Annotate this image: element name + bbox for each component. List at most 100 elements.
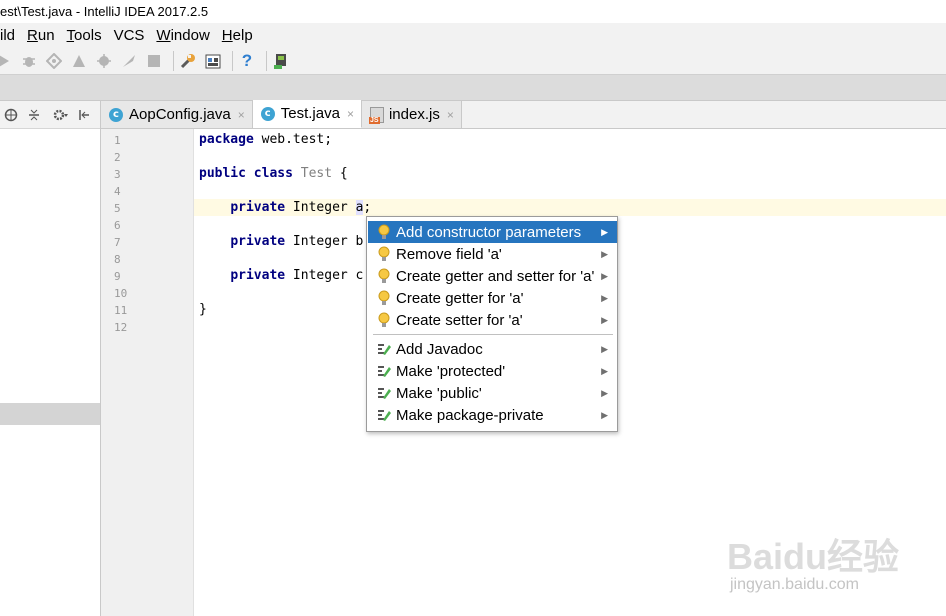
coverage-icon[interactable]: [44, 51, 64, 71]
submenu-arrow-icon: ▶: [601, 248, 608, 259]
java-class-icon: c: [260, 106, 275, 121]
line-number: 6: [114, 219, 121, 232]
lightbulb-icon: [376, 312, 392, 328]
code-text: web.test;: [253, 132, 333, 147]
menu-run-label: un: [37, 26, 55, 44]
line-number: 7: [114, 236, 121, 249]
code-text: Integer c: [285, 268, 364, 283]
keyword: package: [199, 132, 254, 147]
class-name: Test: [300, 166, 333, 181]
code-text: Integer: [285, 200, 356, 215]
menu-help-label: elp: [232, 26, 253, 44]
submenu-arrow-icon: ▶: [601, 314, 608, 325]
run-icon[interactable]: [0, 51, 14, 71]
tab-aopconfig-java[interactable]: c AopConfig.java ×: [101, 101, 253, 128]
intention-label: Add constructor parameters: [396, 223, 582, 241]
intention-label: Add Javadoc: [396, 340, 483, 358]
submenu-arrow-icon: ▶: [601, 387, 608, 398]
intention-label: Make 'protected': [396, 362, 506, 380]
line-number: 5: [114, 202, 121, 215]
popup-separator: [373, 334, 613, 335]
line-number: 4: [114, 185, 121, 198]
line-number: 3: [114, 168, 121, 181]
menu-run-mnemonic: R: [27, 26, 38, 44]
line-number: 1: [114, 134, 121, 147]
sdk-manager-icon[interactable]: [271, 51, 291, 71]
tab-index-js[interactable]: JS index.js ×: [361, 101, 462, 128]
menu-window[interactable]: Window: [156, 27, 209, 44]
intention-item[interactable]: Create getter and setter for 'a' ▶: [368, 265, 617, 287]
code-line-3: public class Test {: [199, 165, 348, 182]
watermark-logo: Baidu经验: [727, 536, 900, 577]
debug-icon[interactable]: [19, 51, 39, 71]
close-icon[interactable]: ×: [447, 108, 454, 122]
tab-test-java[interactable]: c Test.java ×: [252, 100, 362, 128]
submenu-arrow-icon: ▶: [601, 409, 608, 420]
gear-icon[interactable]: [53, 107, 69, 123]
lightbulb-icon: [376, 290, 392, 306]
lightbulb-icon: [376, 246, 392, 262]
menu-build[interactable]: ild: [0, 27, 15, 44]
code-line-7: private Integer b: [199, 233, 363, 250]
intention-pencil-icon: [376, 407, 392, 423]
submenu-arrow-icon: ▶: [601, 226, 608, 237]
intention-item[interactable]: Create getter for 'a' ▶: [368, 287, 617, 309]
close-icon[interactable]: ×: [347, 107, 354, 121]
javascript-file-icon: JS: [368, 106, 384, 124]
intention-item[interactable]: Remove field 'a' ▶: [368, 243, 617, 265]
line-number-gutter: 1 2 3 4 5 6 7 8 9 10 11 12: [101, 129, 194, 616]
intention-item[interactable]: Make 'public' ▶: [368, 382, 617, 404]
menu-tools-mnemonic: T: [66, 26, 75, 44]
build-icon[interactable]: [119, 51, 139, 71]
project-toolbar: [0, 101, 100, 129]
keyword: class: [253, 166, 293, 181]
line-number: 8: [114, 253, 121, 266]
project-tool-window: [0, 101, 101, 616]
attach-icon[interactable]: [94, 51, 114, 71]
menu-vcs[interactable]: VCS: [114, 27, 145, 44]
line-number: 2: [114, 151, 121, 164]
stop-icon[interactable]: [144, 51, 164, 71]
code-text: Integer b: [285, 234, 364, 249]
hide-panel-icon[interactable]: [76, 107, 92, 123]
intention-pencil-icon: [376, 385, 392, 401]
tab-label: index.js: [388, 106, 440, 123]
main-toolbar: ?: [0, 47, 946, 75]
line-number: 9: [114, 270, 121, 283]
collapse-all-icon[interactable]: [26, 107, 42, 123]
menu-tools[interactable]: Tools: [67, 27, 102, 44]
toolbar-separator: [173, 50, 174, 71]
intention-item[interactable]: Add Javadoc ▶: [368, 338, 617, 360]
profile-icon[interactable]: [69, 51, 89, 71]
navigation-bar: [0, 75, 946, 101]
menu-bar: ild Run Tools VCS Window Help: [0, 23, 946, 47]
intention-item[interactable]: Add constructor parameters ▶: [368, 221, 617, 243]
close-icon[interactable]: ×: [238, 108, 245, 122]
keyword: private: [230, 234, 286, 249]
project-tree-selected-row[interactable]: [0, 403, 100, 425]
keyword: private: [230, 200, 286, 215]
menu-help[interactable]: Help: [222, 27, 253, 44]
sdk-icon[interactable]: [203, 51, 223, 71]
tab-label: Test.java: [280, 105, 340, 122]
intention-pencil-icon: [376, 341, 392, 357]
help-icon[interactable]: ?: [237, 51, 257, 71]
code-line-9: private Integer c: [199, 267, 363, 284]
java-class-icon: c: [109, 107, 123, 122]
toolbar-separator: [266, 50, 267, 71]
intention-item[interactable]: Make 'protected' ▶: [368, 360, 617, 382]
line-number: 11: [114, 304, 128, 317]
menu-run[interactable]: Run: [27, 27, 55, 44]
line-number: 10: [114, 287, 128, 300]
intention-item[interactable]: Make package-private ▶: [368, 404, 617, 426]
project-structure-icon[interactable]: [178, 51, 198, 71]
intention-actions-popup: Add constructor parameters ▶ Remove fiel…: [366, 216, 618, 432]
intention-item[interactable]: Create setter for 'a' ▶: [368, 309, 617, 331]
menu-window-mnemonic: W: [156, 26, 171, 44]
submenu-arrow-icon: ▶: [601, 270, 608, 281]
watermark-url: jingyan.baidu.com: [730, 576, 859, 593]
locate-icon[interactable]: [3, 107, 19, 123]
lightbulb-icon: [376, 268, 392, 284]
submenu-arrow-icon: ▶: [601, 343, 608, 354]
intention-label: Create getter for 'a': [396, 289, 524, 307]
